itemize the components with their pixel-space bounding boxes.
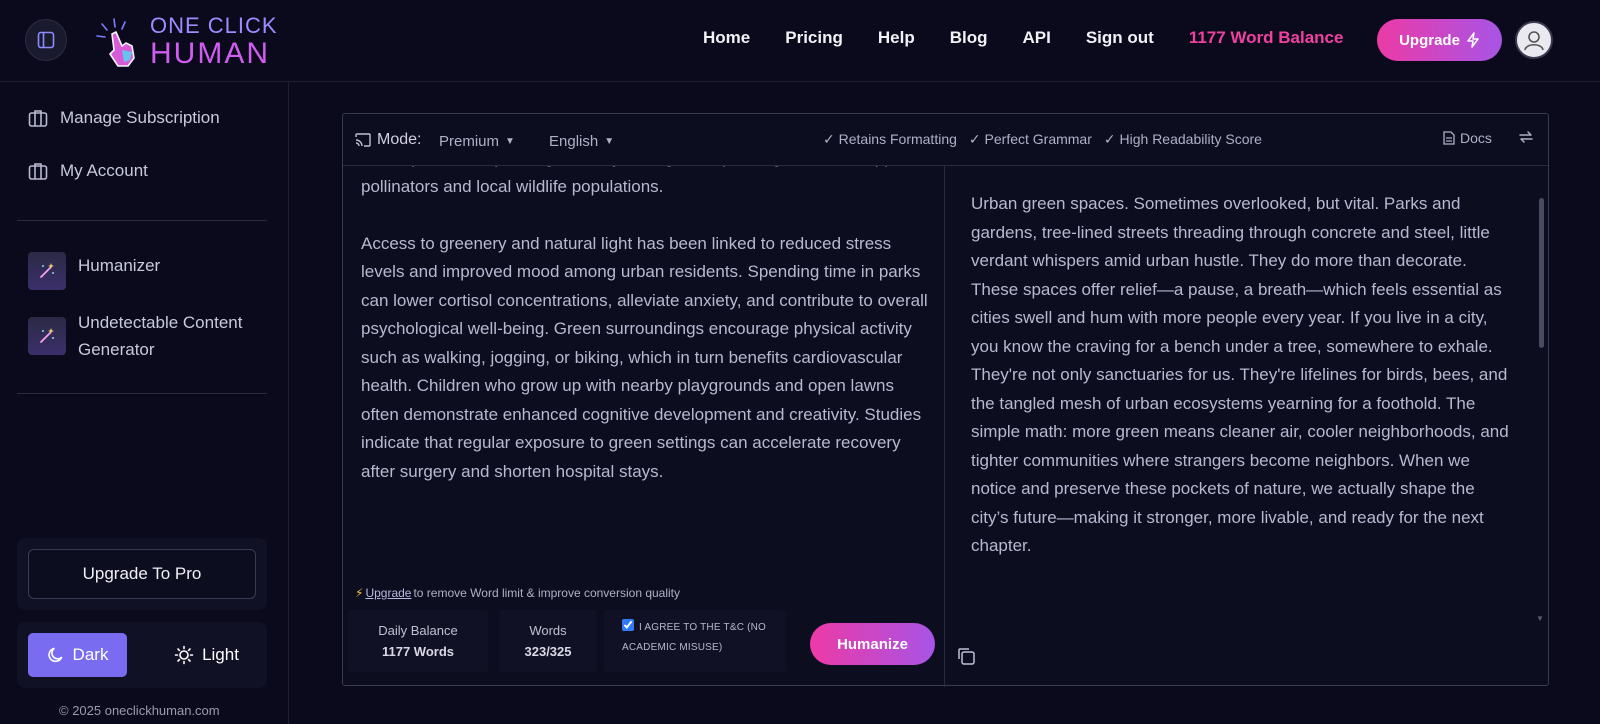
scrollbar-thumb[interactable] xyxy=(1539,198,1544,348)
words-stat: Words 323/325 xyxy=(499,610,597,672)
terms-checkbox[interactable] xyxy=(622,619,634,631)
magic-wand-icon xyxy=(28,252,66,290)
nav-api[interactable]: API xyxy=(1022,28,1050,48)
sidebar-divider xyxy=(17,393,267,394)
user-avatar[interactable] xyxy=(1515,21,1553,59)
copy-button[interactable] xyxy=(956,646,976,671)
language-select-value: English xyxy=(549,133,599,150)
upgrade-to-pro-button[interactable]: Upgrade To Pro xyxy=(28,549,256,599)
sidebar-item-manage-subscription[interactable]: Manage Subscription xyxy=(28,108,220,128)
logo-text-top: ONE CLICK xyxy=(150,13,278,38)
upgrade-note: ⚡ Upgrade to remove Word limit & improve… xyxy=(355,586,680,600)
theme-dark-button[interactable]: Dark xyxy=(28,633,127,677)
sun-icon xyxy=(174,645,194,665)
top-header: ONE CLICK HUMAN Home Pricing Help Blog A… xyxy=(0,0,1600,82)
user-icon xyxy=(1524,31,1544,51)
daily-balance-stat: Daily Balance 1177 Words xyxy=(348,610,488,672)
logo-text-bottom: HUMAN xyxy=(150,37,270,70)
humanize-button[interactable]: Humanize xyxy=(810,623,935,665)
generator-label-line-2: Generator xyxy=(78,340,155,359)
nav-home[interactable]: Home xyxy=(703,28,750,48)
check-icon: ✓ xyxy=(823,131,839,147)
document-icon xyxy=(1443,131,1455,145)
feature-item: ✓ Retains Formatting xyxy=(823,131,957,147)
sidebar-item-undetectable-generator[interactable]: Undetectable Content Generator xyxy=(28,309,242,363)
copyright-text: © 2025 oneclickhuman.com xyxy=(59,703,220,718)
input-text-content: native plants and planting diversity thr… xyxy=(361,166,931,515)
magic-wand-icon xyxy=(28,317,66,355)
stat-label: Words xyxy=(529,623,567,638)
feature-list: ✓ Retains Formatting ✓ Perfect Grammar ✓… xyxy=(823,131,1262,148)
sidebar-panel-icon xyxy=(37,31,55,49)
feature-item: ✓ High Readability Score xyxy=(1103,131,1262,147)
stat-value: 1177 Words xyxy=(381,644,455,659)
docs-label: Docs xyxy=(1460,130,1492,146)
nav-blog[interactable]: Blog xyxy=(950,28,988,48)
chevron-down-icon: ▼ xyxy=(604,136,615,147)
moon-icon xyxy=(47,647,62,663)
panel-divider xyxy=(944,166,945,687)
language-select[interactable]: English ▼ xyxy=(549,133,614,150)
scroll-down-icon[interactable]: ▼ xyxy=(1536,614,1544,623)
stat-label: Daily Balance xyxy=(378,623,458,638)
click-hand-icon xyxy=(96,18,135,67)
lightning-icon: ⚡ xyxy=(355,586,364,600)
sidebar-item-label: Undetectable Content Generator xyxy=(78,309,242,363)
sidebar-item-label: Humanizer xyxy=(78,256,161,275)
upgrade-button[interactable]: Upgrade xyxy=(1377,19,1502,61)
sidebar-toggle-button[interactable] xyxy=(25,19,67,61)
upgrade-note-text: to remove Word limit & improve conversio… xyxy=(413,586,681,600)
cast-icon xyxy=(355,133,371,147)
feature-item: ✓ Perfect Grammar xyxy=(968,131,1092,147)
nav-sign-out[interactable]: Sign out xyxy=(1086,28,1154,48)
check-icon: ✓ xyxy=(968,131,985,147)
generator-label-line-1: Undetectable Content xyxy=(78,313,243,332)
terms-text: I AGREE TO THE T&C (NO ACADEMIC MISUSE) xyxy=(622,622,767,653)
check-icon: ✓ xyxy=(1103,131,1120,147)
sidebar: Manage Subscription My Account Humanizer xyxy=(0,82,289,724)
stat-value: 323/325 xyxy=(524,644,572,659)
theme-switcher: Dark Light xyxy=(17,622,267,688)
upgrade-note-link[interactable]: Upgrade xyxy=(365,586,411,600)
chevron-down-icon: ▼ xyxy=(505,136,515,147)
theme-dark-label: Dark xyxy=(72,645,109,664)
copy-icon xyxy=(958,648,975,665)
input-paragraph: Access to greenery and natural light has… xyxy=(361,233,928,481)
swap-icon xyxy=(1519,131,1533,143)
mode-label-text: Mode: xyxy=(377,131,422,148)
mode-label: Mode: xyxy=(355,131,421,149)
upgrade-pro-card: Upgrade To Pro xyxy=(17,538,267,610)
word-balance-link[interactable]: 1177 Word Balance xyxy=(1189,28,1344,48)
terms-label[interactable]: I AGREE TO THE T&C (NO ACADEMIC MISUSE) xyxy=(622,619,767,653)
humanizer-panel: Mode: Premium ▼ English ▼ ✓ Retains Form… xyxy=(342,113,1549,687)
mode-select-value: Premium xyxy=(439,133,500,150)
sidebar-item-humanizer[interactable]: Humanizer xyxy=(28,252,160,290)
panel-toolbar: Mode: Premium ▼ English ▼ ✓ Retains Form… xyxy=(343,114,1548,166)
docs-link[interactable]: Docs xyxy=(1443,130,1492,146)
brand-logo[interactable]: ONE CLICK HUMAN xyxy=(92,14,278,70)
briefcase-icon xyxy=(28,110,48,127)
output-text: Urban green spaces. Sometimes overlooked… xyxy=(971,194,1509,555)
upgrade-button-label: Upgrade xyxy=(1399,31,1460,49)
main-nav: Home Pricing Help Blog API Sign out 1177… xyxy=(703,28,1378,48)
swap-button[interactable] xyxy=(1518,129,1534,150)
theme-light-button[interactable]: Light xyxy=(157,633,256,677)
terms-agreement: I AGREE TO THE T&C (NO ACADEMIC MISUSE) xyxy=(604,610,786,672)
briefcase-icon xyxy=(28,163,48,180)
theme-light-label: Light xyxy=(202,645,239,664)
sidebar-item-label: My Account xyxy=(60,161,148,180)
input-paragraph: native plants and planting diversity thr… xyxy=(361,166,914,196)
mode-select[interactable]: Premium ▼ xyxy=(439,133,515,150)
input-textarea[interactable]: native plants and planting diversity thr… xyxy=(361,166,931,546)
sidebar-item-my-account[interactable]: My Account xyxy=(28,161,148,181)
output-scrollbar[interactable] xyxy=(1539,194,1544,614)
lightning-icon xyxy=(1467,32,1479,48)
sidebar-item-label: Manage Subscription xyxy=(60,108,220,127)
nav-help[interactable]: Help xyxy=(878,28,915,48)
nav-pricing[interactable]: Pricing xyxy=(785,28,843,48)
sidebar-divider xyxy=(17,220,267,221)
